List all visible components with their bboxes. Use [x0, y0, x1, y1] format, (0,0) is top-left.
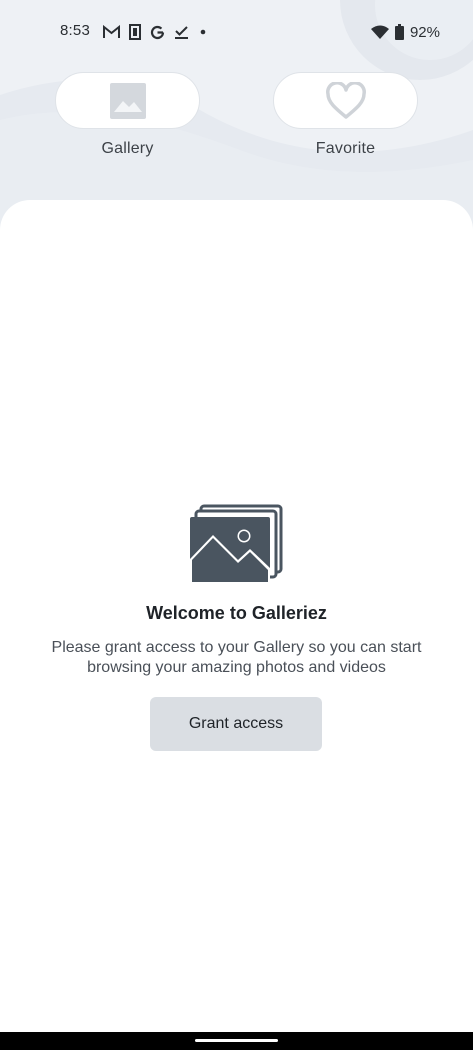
- clipboard-icon: [129, 24, 141, 40]
- welcome-message: Please grant access to your Gallery so y…: [51, 639, 422, 676]
- notification-icons: [103, 22, 208, 42]
- google-icon: [150, 25, 165, 39]
- navigation-bar: [0, 1032, 473, 1050]
- wifi-icon: [370, 25, 389, 39]
- home-gesture-handle[interactable]: [195, 1039, 278, 1042]
- heart-icon: [325, 81, 366, 119]
- battery-icon: [394, 24, 404, 40]
- dot-icon: [200, 29, 206, 35]
- tab-favorite-label[interactable]: Favorite: [273, 140, 418, 158]
- gmail-icon: [103, 25, 120, 38]
- task-check-icon: [175, 25, 188, 39]
- grant-access-button[interactable]: Grant access: [150, 697, 322, 751]
- photos-stack-icon: [190, 504, 283, 584]
- status-bar: 8:53 92%: [0, 0, 473, 64]
- welcome-title: Welcome to Galleriez: [146, 603, 327, 623]
- battery-percent: 92%: [409, 23, 440, 41]
- tab-favorite[interactable]: [273, 72, 418, 129]
- system-status: 92%: [370, 22, 440, 42]
- status-time: 8:53: [60, 22, 90, 39]
- tab-gallery[interactable]: [55, 72, 200, 129]
- tab-gallery-label[interactable]: Gallery: [55, 140, 200, 158]
- image-icon: [109, 82, 146, 119]
